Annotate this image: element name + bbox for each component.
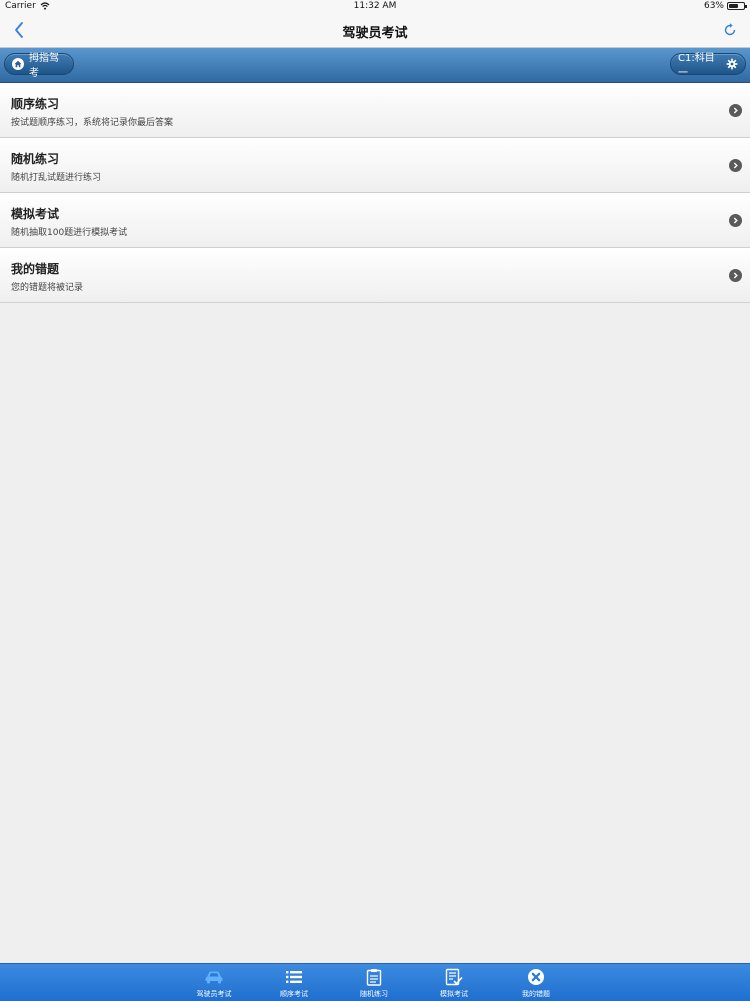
car-icon — [204, 968, 224, 986]
tab-label: 随机练习 — [360, 990, 388, 998]
tab-driver-exam[interactable]: 驾驶员考试 — [174, 964, 254, 1001]
menu-item-sequential-practice[interactable]: 顺序练习 按试题顺序练习，系统将记录你最后答案 — [0, 83, 750, 138]
tab-mock-exam[interactable]: 模拟考试 — [414, 964, 494, 1001]
menu-item-title: 随机练习 — [11, 152, 60, 166]
battery-group: 63% — [703, 1, 747, 11]
status-bar: Carrier 11:32 AM 63% — [0, 0, 750, 14]
toolbar: 拇指驾考 C1:科目一 — [0, 48, 750, 83]
checklist-icon — [444, 968, 464, 986]
battery-fill — [729, 4, 738, 8]
page-title: 驾驶员考试 — [342, 26, 408, 41]
menu-item-random-practice[interactable]: 随机练习 随机打乱试题进行练习 — [0, 138, 750, 193]
menu-item-description: 按试题顺序练习，系统将记录你最后答案 — [11, 118, 174, 128]
tab-label: 我的错题 — [522, 990, 550, 998]
menu-item-mock-exam[interactable]: 模拟考试 随机抽取100题进行模拟考试 — [0, 193, 750, 248]
battery-percent: 63% — [703, 1, 724, 11]
chevron-right-icon — [729, 214, 742, 227]
menu-list: 顺序练习 按试题顺序练习，系统将记录你最后答案 随机练习 随机打乱试题进行练习 … — [0, 83, 750, 303]
tab-bar: 驾驶员考试 顺序考试 随机练习 模拟考试 我的错题 — [0, 963, 750, 1001]
home-icon — [12, 58, 24, 70]
gear-icon — [726, 58, 738, 70]
menu-item-wrong-questions[interactable]: 我的错题 您的错题将被记录 — [0, 248, 750, 303]
battery-icon — [727, 2, 747, 10]
tab-label: 模拟考试 — [440, 990, 468, 998]
menu-item-title: 模拟考试 — [11, 207, 60, 221]
menu-item-title: 顺序练习 — [11, 97, 60, 111]
chevron-right-icon — [729, 104, 742, 117]
home-button[interactable]: 拇指驾考 — [4, 53, 74, 79]
tab-wrong-questions[interactable]: 我的错题 — [496, 964, 576, 1001]
tab-random-practice[interactable]: 随机练习 — [334, 964, 414, 1001]
menu-item-description: 您的错题将被记录 — [11, 283, 84, 293]
navigation-bar: 驾驶员考试 — [0, 14, 750, 48]
subject-label: C1:科目一 — [678, 53, 715, 79]
menu-item-description: 随机抽取100题进行模拟考试 — [11, 228, 128, 238]
refresh-icon[interactable] — [722, 22, 738, 38]
close-circle-icon — [526, 968, 546, 986]
clipboard-icon — [364, 968, 384, 986]
tab-label: 驾驶员考试 — [196, 990, 232, 998]
menu-item-description: 随机打乱试题进行练习 — [11, 173, 102, 183]
menu-item-title: 我的错题 — [11, 262, 60, 276]
home-button-label: 拇指驾考 — [29, 53, 59, 79]
subject-selector-button[interactable]: C1:科目一 — [670, 53, 746, 79]
chevron-right-icon — [729, 269, 742, 282]
tab-sequential-exam[interactable]: 顺序考试 — [254, 964, 334, 1001]
list-icon — [284, 968, 304, 986]
chevron-right-icon — [729, 159, 742, 172]
tab-label: 顺序考试 — [280, 990, 308, 998]
status-time: 11:32 AM — [353, 1, 397, 11]
